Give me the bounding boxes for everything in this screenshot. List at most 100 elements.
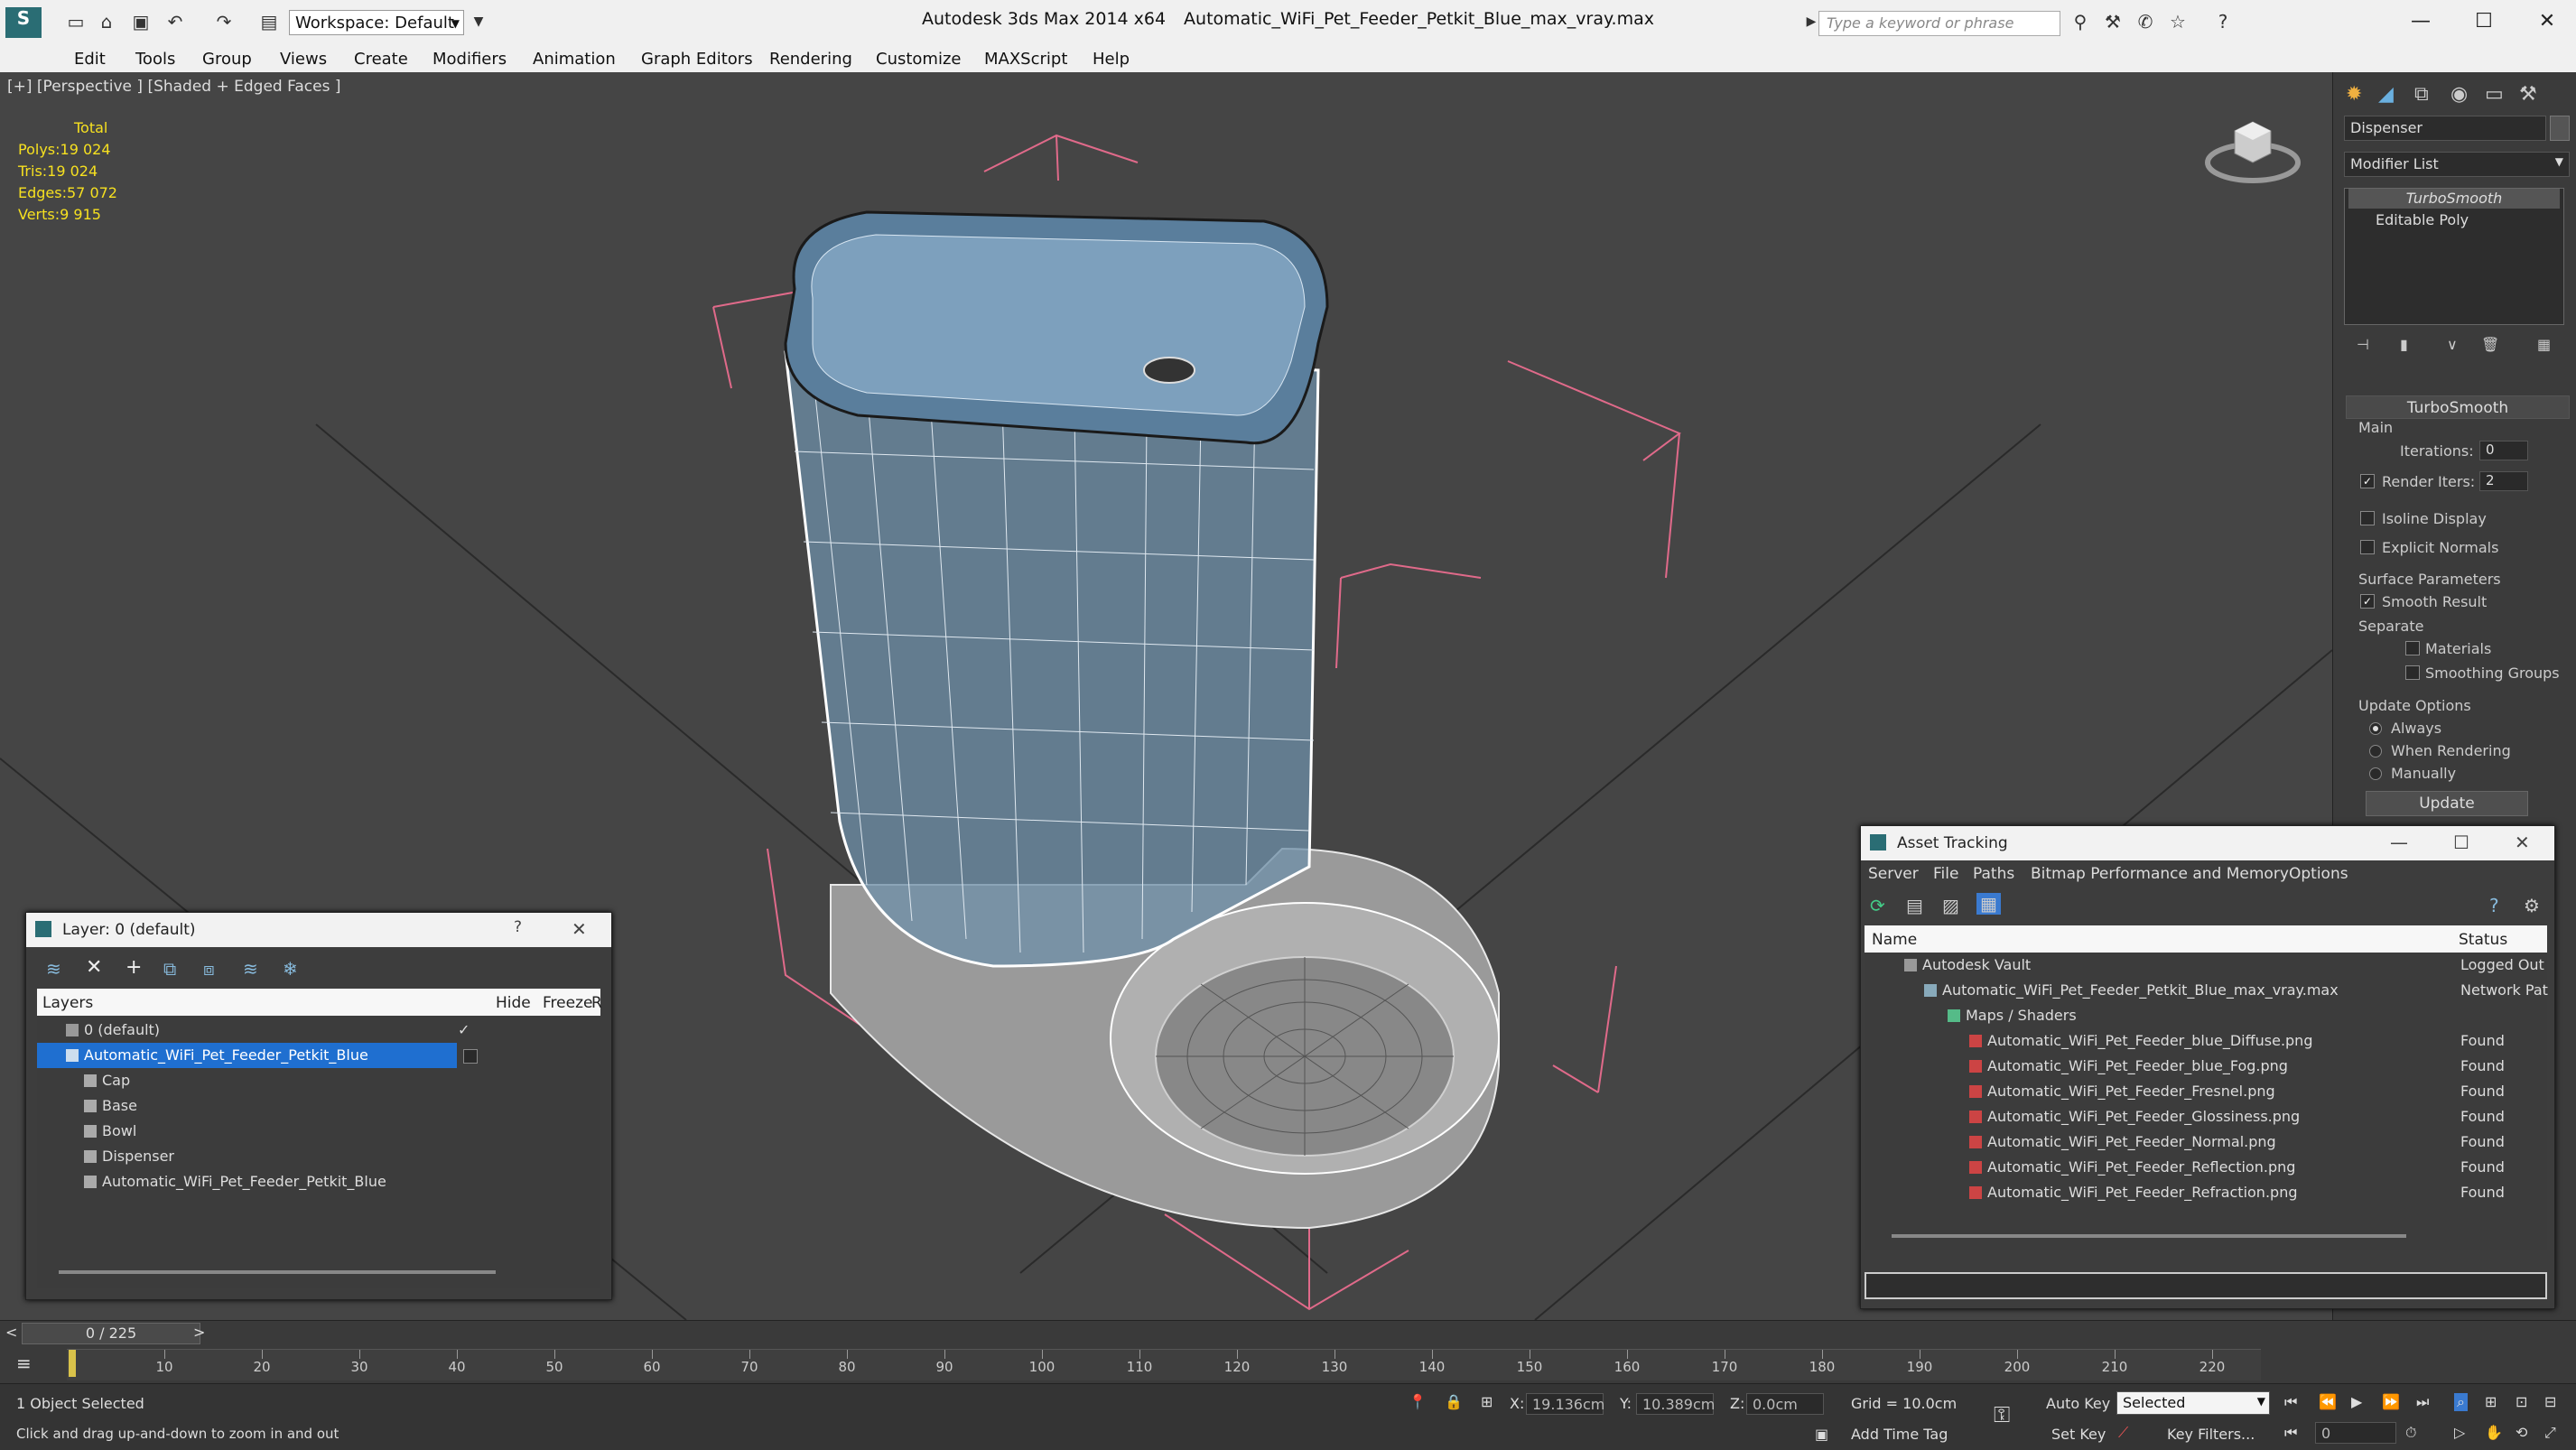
- layer-window-titlebar[interactable]: Layer: 0 (default) ? ✕: [26, 913, 611, 947]
- menu-rendering[interactable]: Rendering: [769, 50, 852, 69]
- y-coordinate-field[interactable]: 10.389cm: [1636, 1393, 1715, 1415]
- turbosmooth-rollout-title[interactable]: TurboSmooth: [2346, 395, 2570, 419]
- field-of-view-icon[interactable]: ▷: [2454, 1424, 2465, 1441]
- column-status[interactable]: Status: [2459, 931, 2507, 949]
- zoom-all-icon[interactable]: ⊞: [2485, 1393, 2497, 1410]
- time-slider-prev[interactable]: <: [5, 1324, 17, 1341]
- menu-help[interactable]: Help: [1093, 50, 1130, 69]
- iterations-spinner[interactable]: 0: [2479, 441, 2528, 460]
- key-filters-button[interactable]: Key Filters...: [2167, 1426, 2255, 1443]
- undo-icon[interactable]: ↶: [164, 11, 186, 33]
- key-mode-toggle-icon[interactable]: ⏮: [2284, 1424, 2297, 1442]
- help-icon[interactable]: ?: [2489, 895, 2499, 916]
- utilities-tab-icon[interactable]: ⚒: [2519, 83, 2537, 106]
- time-tag-icon[interactable]: ▣: [1815, 1426, 1828, 1443]
- communication-icon[interactable]: ✆: [2134, 11, 2156, 33]
- menu-views[interactable]: Views: [280, 50, 327, 69]
- isoline-display-checkbox[interactable]: [2360, 511, 2375, 525]
- current-layer-checkbox[interactable]: [463, 1049, 478, 1064]
- next-frame-icon[interactable]: ⏩: [2382, 1393, 2400, 1410]
- auto-key-button[interactable]: Auto Key: [2046, 1395, 2110, 1412]
- modifier-list-dropdown[interactable]: Modifier List ▼: [2344, 152, 2570, 177]
- menu-modifiers[interactable]: Modifiers: [432, 50, 507, 69]
- render-iters-checkbox[interactable]: ✓: [2360, 474, 2375, 488]
- materials-checkbox[interactable]: [2405, 641, 2420, 655]
- column-layers[interactable]: Layers: [42, 994, 93, 1012]
- current-frame-field[interactable]: 0: [2315, 1422, 2396, 1444]
- layer-object-row[interactable]: Base: [37, 1093, 600, 1119]
- asset-row[interactable]: Automatic_WiFi_Pet_Feeder_Reflection.png…: [1865, 1155, 2547, 1180]
- display-tab-icon[interactable]: ▭: [2485, 83, 2504, 106]
- absolute-mode-icon[interactable]: ⊞: [1481, 1393, 1493, 1410]
- table-view-icon[interactable]: ▦: [1976, 893, 2001, 915]
- asset-row[interactable]: Automatic_WiFi_Pet_Feeder_Glossiness.png…: [1865, 1104, 2547, 1129]
- modifier-stack[interactable]: TurboSmooth Editable Poly: [2344, 188, 2564, 325]
- thumbnail-view-icon[interactable]: ▨: [1942, 895, 1959, 916]
- delete-layer-icon[interactable]: ✕: [86, 956, 102, 979]
- column-render[interactable]: R: [591, 994, 602, 1012]
- menu-animation[interactable]: Animation: [533, 50, 616, 69]
- layer-object-row[interactable]: Automatic_WiFi_Pet_Feeder_Petkit_Blue: [37, 1169, 600, 1194]
- render-iters-spinner[interactable]: 2: [2479, 471, 2528, 491]
- orbit-icon[interactable]: ⟲: [2516, 1424, 2527, 1441]
- menu-group[interactable]: Group: [202, 50, 252, 69]
- isolate-selection-icon[interactable]: 📍: [1409, 1393, 1427, 1410]
- asset-row[interactable]: Automatic_WiFi_Pet_Feeder_Fresnel.png Fou…: [1865, 1079, 2547, 1104]
- asset-row[interactable]: Maps / Shaders: [1865, 1003, 2547, 1028]
- horizontal-scrollbar[interactable]: [1892, 1234, 2406, 1238]
- explicit-normals-checkbox[interactable]: [2360, 540, 2375, 554]
- configure-sets-icon[interactable]: ▦: [2537, 336, 2551, 353]
- pin-stack-icon[interactable]: ⊣: [2357, 336, 2369, 353]
- column-freeze[interactable]: Freeze: [543, 994, 592, 1012]
- add-to-layer-icon[interactable]: +: [126, 956, 142, 979]
- previous-frame-icon[interactable]: ⏪: [2319, 1393, 2337, 1410]
- layer-object-row[interactable]: Dispenser: [37, 1144, 600, 1169]
- mini-curve-editor-icon[interactable]: ≡: [16, 1352, 32, 1374]
- zoom-extents-all-icon[interactable]: ⊟: [2544, 1393, 2556, 1410]
- z-coordinate-field[interactable]: 0.0cm: [1746, 1393, 1824, 1415]
- pan-icon[interactable]: ✋: [2485, 1424, 2503, 1441]
- layer-object-row[interactable]: Cap: [37, 1068, 600, 1093]
- create-layer-icon[interactable]: ≋: [46, 958, 61, 980]
- go-to-start-icon[interactable]: ⏮: [2284, 1393, 2297, 1411]
- search-input[interactable]: Type a keyword or phrase: [1818, 11, 2060, 36]
- modifier-turbosmooth[interactable]: TurboSmooth: [2348, 189, 2560, 209]
- asset-row[interactable]: Automatic_WiFi_Pet_Feeder_blue_Diffuse.p…: [1865, 1028, 2547, 1054]
- new-file-icon[interactable]: ▭: [65, 11, 87, 33]
- layer-row[interactable]: 0 (default) ✓: [37, 1018, 600, 1043]
- asset-row[interactable]: Automatic_WiFi_Pet_Feeder_Normal.png Foun…: [1865, 1129, 2547, 1155]
- asset-row[interactable]: Autodesk Vault Logged Out: [1865, 953, 2547, 978]
- close-icon[interactable]: ✕: [572, 918, 587, 940]
- go-to-end-icon[interactable]: ⏭: [2416, 1393, 2429, 1411]
- asset-menu-options[interactable]: Options: [2289, 865, 2348, 883]
- timeline-ruler[interactable]: 10 20 30 40 50 60 70 80 90 100 110 120 130 140 150 160 1…: [67, 1349, 2261, 1380]
- set-key-button[interactable]: Set Key: [2051, 1426, 2106, 1443]
- save-file-icon[interactable]: ▣: [130, 11, 152, 33]
- motion-tab-icon[interactable]: ◉: [2450, 83, 2468, 106]
- refresh-icon[interactable]: ⟳: [1870, 895, 1885, 916]
- manually-radio[interactable]: [2369, 767, 2382, 780]
- update-button[interactable]: Update: [2366, 791, 2528, 816]
- freeze-all-icon[interactable]: ❄: [283, 958, 298, 980]
- maximize-icon[interactable]: ☐: [2453, 832, 2469, 853]
- key-mode-icon[interactable]: ⚿: [1994, 1402, 2010, 1427]
- menu-create[interactable]: Create: [354, 50, 408, 69]
- list-view-icon[interactable]: ▤: [1906, 895, 1923, 916]
- viewcube[interactable]: [2203, 113, 2302, 194]
- workspace-menu-icon[interactable]: ▼: [468, 11, 489, 33]
- menu-customize[interactable]: Customize: [876, 50, 961, 69]
- settings-icon[interactable]: ⚙: [2524, 895, 2540, 916]
- modify-tab-icon[interactable]: ◢: [2378, 83, 2394, 106]
- layer-row-selected[interactable]: Automatic_WiFi_Pet_Feeder_Petkit_Blue: [37, 1043, 457, 1068]
- current-frame-marker[interactable]: [69, 1350, 76, 1377]
- maximize-viewport-icon[interactable]: ⤢: [2544, 1424, 2556, 1442]
- asset-menu-server[interactable]: Server: [1868, 865, 1919, 883]
- favorites-star-icon[interactable]: ☆: [2167, 11, 2189, 33]
- track-bar[interactable]: ≡ 10 20 30 40 50 60 70 80 90 100 110 120 130 140 150 16…: [0, 1345, 2576, 1383]
- always-radio[interactable]: [2369, 722, 2382, 735]
- asset-row[interactable]: Automatic_WiFi_Pet_Feeder_Refraction.png…: [1865, 1180, 2547, 1205]
- smoothing-groups-checkbox[interactable]: [2405, 665, 2420, 680]
- menu-maxscript[interactable]: MAXScript: [984, 50, 1067, 69]
- minimize-button[interactable]: —: [2398, 5, 2443, 38]
- asset-row[interactable]: Automatic_WiFi_Pet_Feeder_Petkit_Blue_ma…: [1865, 978, 2548, 1003]
